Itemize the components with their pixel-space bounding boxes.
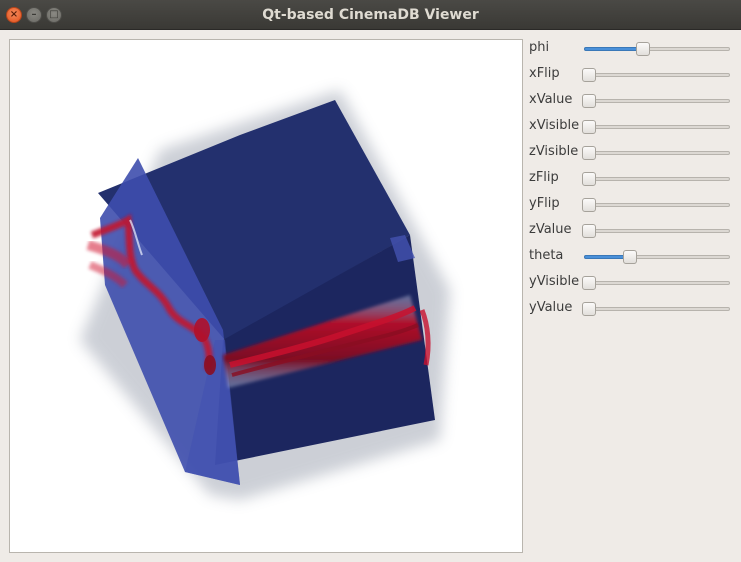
slider-row-xvalue: xValue [524, 88, 738, 114]
slider-handle[interactable] [582, 172, 596, 186]
slider-track[interactable] [584, 203, 730, 207]
slider-row-yvisible: yVisible [524, 270, 738, 296]
slider-row-xvisible: xVisible [524, 114, 738, 140]
slider-track[interactable] [584, 151, 730, 155]
slider-handle[interactable] [623, 250, 637, 264]
slider-track[interactable] [584, 177, 730, 181]
slider-yflip[interactable] [582, 198, 732, 212]
slider-row-yflip: yFlip [524, 192, 738, 218]
slider-label: xVisible [529, 118, 580, 133]
slider-track[interactable] [584, 307, 730, 311]
slider-label: theta [529, 248, 564, 263]
slider-handle[interactable] [582, 302, 596, 316]
slider-handle[interactable] [582, 94, 596, 108]
slider-handle[interactable] [582, 276, 596, 290]
title-bar[interactable]: × – □ Qt-based CinemaDB Viewer [0, 0, 741, 30]
app-window: × – □ Qt-based CinemaDB Viewer phi xFlip… [0, 0, 741, 562]
slider-row-phi: phi [524, 36, 738, 62]
slider-xvisible[interactable] [582, 120, 732, 134]
slider-row-xflip: xFlip [524, 62, 738, 88]
slider-handle[interactable] [582, 68, 596, 82]
slider-handle[interactable] [636, 42, 650, 56]
slider-handle[interactable] [582, 146, 596, 160]
slider-label: xValue [529, 92, 573, 107]
slider-xflip[interactable] [582, 68, 732, 82]
slider-row-theta: theta [524, 244, 738, 270]
slider-zvisible[interactable] [582, 146, 732, 160]
slider-fill [584, 255, 627, 259]
slider-label: yValue [529, 300, 573, 315]
slider-track[interactable] [584, 73, 730, 77]
slider-label: xFlip [529, 66, 560, 81]
slider-yvisible[interactable] [582, 276, 732, 290]
slider-handle[interactable] [582, 120, 596, 134]
slider-label: phi [529, 40, 550, 55]
slider-phi[interactable] [582, 42, 732, 56]
slider-track[interactable] [584, 125, 730, 129]
slider-zvalue[interactable] [582, 224, 732, 238]
slider-label: yFlip [529, 196, 560, 211]
slider-theta[interactable] [582, 250, 732, 264]
slider-handle[interactable] [582, 198, 596, 212]
slider-row-yvalue: yValue [524, 296, 738, 322]
slider-row-zvisible: zVisible [524, 140, 738, 166]
slider-track[interactable] [584, 281, 730, 285]
render-viewport[interactable] [9, 39, 523, 553]
slider-row-zvalue: zValue [524, 218, 738, 244]
volume-render-image [80, 90, 450, 500]
slider-label: yVisible [529, 274, 580, 289]
slider-label: zValue [529, 222, 572, 237]
slider-track[interactable] [584, 99, 730, 103]
slider-track[interactable] [584, 229, 730, 233]
slider-yvalue[interactable] [582, 302, 732, 316]
slider-zflip[interactable] [582, 172, 732, 186]
slider-row-zflip: zFlip [524, 166, 738, 192]
slider-label: zFlip [529, 170, 559, 185]
window-title: Qt-based CinemaDB Viewer [262, 7, 479, 23]
slider-fill [584, 47, 640, 51]
slider-xvalue[interactable] [582, 94, 732, 108]
slider-handle[interactable] [582, 224, 596, 238]
slider-label: zVisible [529, 144, 579, 159]
